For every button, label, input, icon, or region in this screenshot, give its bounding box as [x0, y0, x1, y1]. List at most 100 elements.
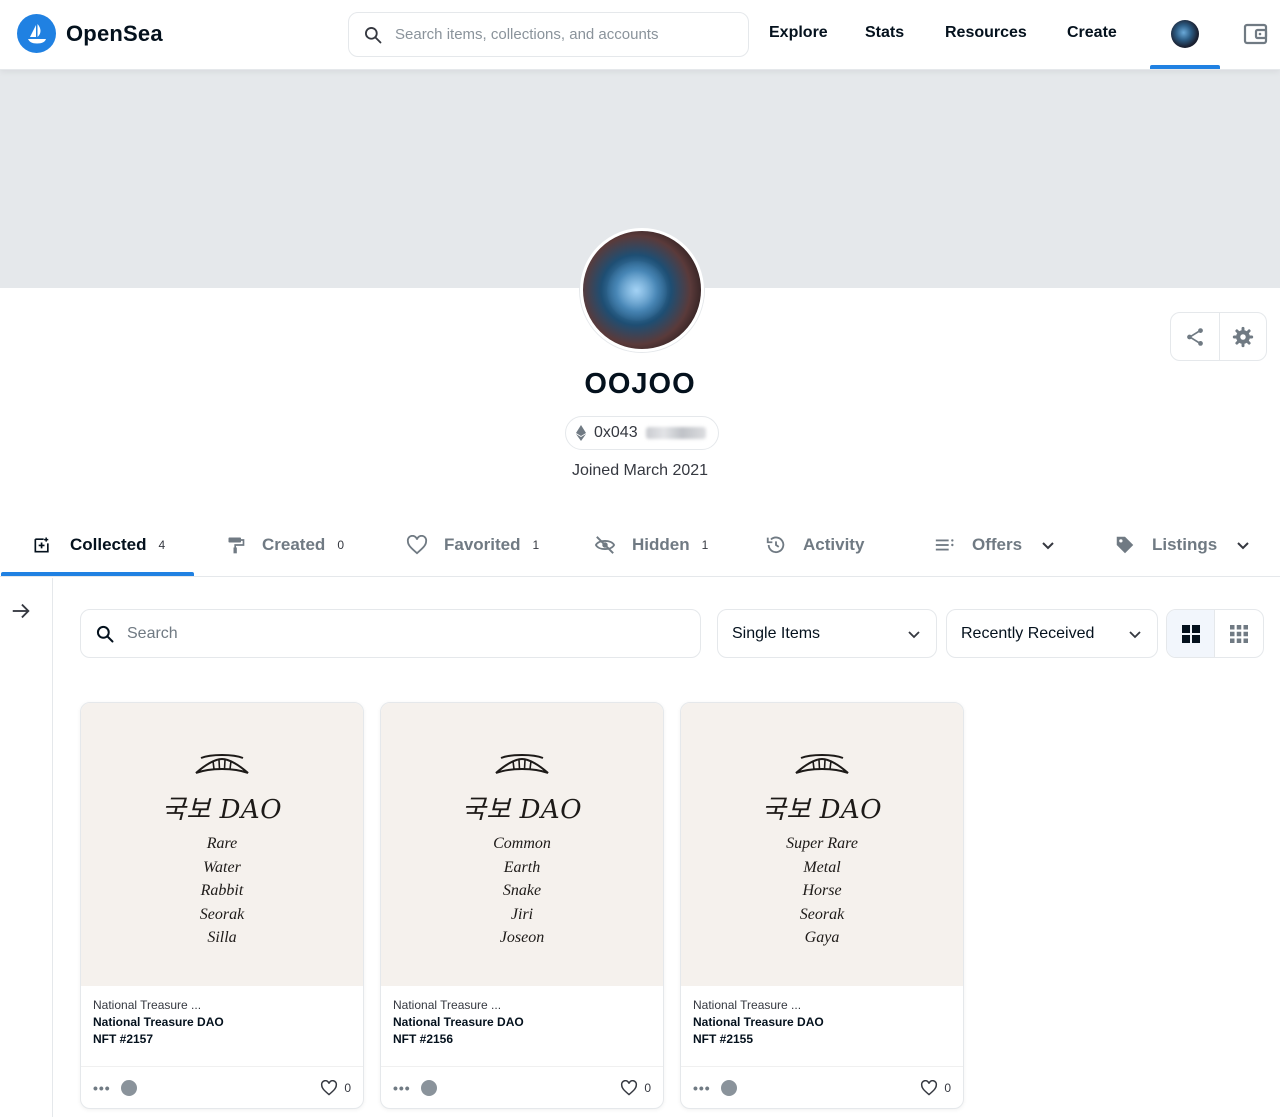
- sort-value: Recently Received: [961, 624, 1095, 642]
- like-count: 0: [644, 1080, 651, 1095]
- tab-created-count: 0: [337, 538, 344, 552]
- tab-collected-count: 4: [158, 538, 166, 552]
- tag-icon: [1116, 536, 1134, 554]
- chevron-down-icon: [1237, 542, 1249, 550]
- card-info: National Treasure ... National Treasure …: [81, 986, 363, 1068]
- trait-mountain: Seorak: [199, 905, 245, 923]
- nft-card[interactable]: 국보 DAO Rare Water Rabbit Seorak Silla Na…: [80, 702, 364, 1109]
- tab-created-label: Created: [262, 535, 326, 554]
- chevron-down-icon: [1129, 630, 1141, 638]
- history-icon: [766, 536, 785, 554]
- trait-rarity: Super Rare: [786, 835, 858, 852]
- small-grid-button[interactable]: [1215, 610, 1263, 657]
- nft-artwork: 국보 DAO Rare Water Rabbit Seorak Silla: [81, 703, 363, 986]
- profile-tabs: Collected 4 Created 0 Favorited 1 Hidden…: [0, 513, 1280, 577]
- card-name: National Treasure DAO: [93, 1015, 224, 1029]
- trait-animal: Horse: [802, 882, 842, 899]
- nav-create[interactable]: Create: [1067, 24, 1117, 42]
- chevron-down-icon: [1042, 542, 1054, 550]
- trait-animal: Snake: [502, 882, 542, 899]
- trait-element: Water: [203, 858, 241, 876]
- more-options-icon[interactable]: •••: [93, 1080, 111, 1096]
- card-collection[interactable]: National Treasure ...: [693, 998, 951, 1012]
- favorite-button[interactable]: 0: [920, 1079, 951, 1096]
- tab-favorited-label: Favorited: [444, 535, 521, 554]
- collected-icon: [34, 537, 49, 553]
- more-options-icon[interactable]: •••: [693, 1080, 711, 1096]
- paint-roller-icon: [228, 537, 245, 554]
- favorite-button[interactable]: 0: [320, 1079, 351, 1096]
- profile-actions: [1170, 312, 1267, 361]
- artwork-title: 국보 DAO: [761, 795, 883, 825]
- wallet-icon[interactable]: [1242, 20, 1270, 48]
- large-grid-button[interactable]: [1167, 610, 1216, 657]
- card-collection[interactable]: National Treasure ...: [393, 998, 651, 1012]
- small-grid-icon: [1230, 624, 1248, 643]
- nav-stats[interactable]: Stats: [865, 24, 904, 42]
- more-options-icon[interactable]: •••: [393, 1080, 411, 1096]
- account-avatar[interactable]: [1171, 20, 1199, 48]
- card-footer: ••• 0: [81, 1066, 363, 1108]
- tab-favorited-count: 1: [532, 538, 540, 552]
- trait-dynasty: Silla: [207, 929, 237, 946]
- trait-mountain: Seorak: [799, 905, 845, 923]
- card-info: National Treasure ... National Treasure …: [681, 986, 963, 1068]
- artwork-title: 국보 DAO: [161, 795, 283, 825]
- favorite-button[interactable]: 0: [620, 1079, 651, 1096]
- tab-collected-label: Collected: [70, 535, 147, 554]
- heart-icon: [406, 535, 428, 555]
- global-search-bar[interactable]: [348, 12, 749, 57]
- nft-card[interactable]: 국보 DAO Super Rare Metal Horse Seorak Gay…: [680, 702, 964, 1109]
- tab-listings[interactable]: Listings: [1114, 513, 1251, 577]
- card-nft-id: NFT #2156: [393, 1032, 454, 1046]
- trait-rarity: Rare: [206, 835, 238, 852]
- heart-icon: [321, 1079, 338, 1096]
- active-nav-indicator: [1150, 65, 1220, 69]
- share-icon: [1186, 327, 1203, 346]
- chain-icon: [420, 1079, 437, 1096]
- joined-date: Joined March 2021: [571, 462, 709, 479]
- ethereum-icon: [576, 425, 586, 441]
- card-name: National Treasure DAO: [693, 1015, 824, 1029]
- tab-collected[interactable]: Collected 4: [32, 513, 165, 577]
- trait-rarity: Common: [493, 835, 551, 852]
- items-search-bar[interactable]: [80, 609, 701, 658]
- heart-icon: [921, 1079, 938, 1096]
- share-button[interactable]: [1171, 313, 1219, 360]
- tab-created[interactable]: Created 0: [226, 513, 344, 577]
- chain-icon: [720, 1079, 737, 1096]
- brand-name: OpenSea: [66, 20, 163, 46]
- nav-explore[interactable]: Explore: [769, 24, 828, 42]
- trait-dynasty: Joseon: [499, 929, 545, 946]
- tab-listings-label: Listings: [1152, 535, 1218, 554]
- artwork-traits: Common Earth Snake Jiri Joseon: [381, 832, 663, 950]
- card-nft-id: NFT #2157: [93, 1032, 154, 1046]
- crown-roof-icon: [495, 754, 549, 774]
- settings-button[interactable]: [1218, 313, 1267, 360]
- items-search-input[interactable]: [127, 624, 667, 643]
- wallet-address-copy[interactable]: 0x043: [565, 416, 719, 450]
- trait-animal: Rabbit: [200, 882, 244, 899]
- trait-element: Metal: [803, 858, 841, 876]
- top-navbar: OpenSea Explore Stats Resources Create: [0, 0, 1280, 70]
- nft-card[interactable]: 국보 DAO Common Earth Snake Jiri Joseon Na…: [380, 702, 664, 1109]
- trait-dynasty: Gaya: [804, 929, 840, 946]
- global-search-input[interactable]: [395, 26, 725, 43]
- chevron-down-icon: [908, 630, 920, 638]
- tab-offers[interactable]: Offers: [934, 513, 1056, 577]
- tab-favorited[interactable]: Favorited 1: [406, 513, 539, 577]
- grid-size-toggle: [1166, 609, 1264, 658]
- card-collection[interactable]: National Treasure ...: [93, 998, 351, 1012]
- arrow-right-icon[interactable]: [10, 600, 32, 622]
- item-type-value: Single Items: [732, 624, 821, 642]
- trait-mountain: Jiri: [510, 905, 534, 923]
- wallet-address: 0x043: [594, 424, 638, 441]
- card-info: National Treasure ... National Treasure …: [381, 986, 663, 1068]
- item-type-select[interactable]: Single Items: [717, 609, 937, 658]
- artwork-title: 국보 DAO: [461, 795, 583, 825]
- tab-hidden[interactable]: Hidden 1: [594, 513, 708, 577]
- sort-select[interactable]: Recently Received: [946, 609, 1158, 658]
- tab-activity[interactable]: Activity: [765, 513, 864, 577]
- opensea-logo[interactable]: OpenSea: [17, 14, 163, 53]
- nav-resources[interactable]: Resources: [945, 24, 1027, 42]
